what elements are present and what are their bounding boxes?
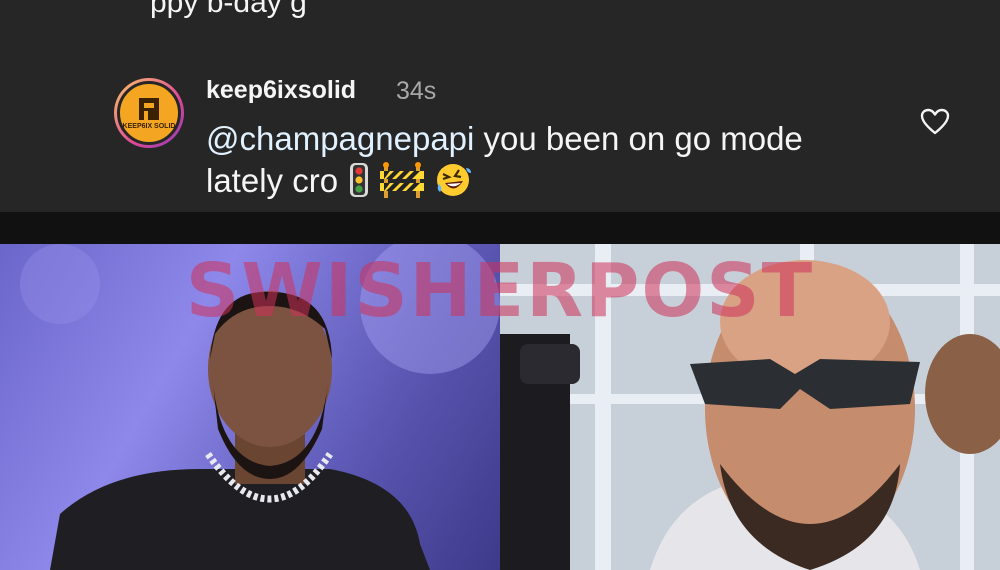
- comment-text: @champagnepapi you been on go mode latel…: [206, 118, 866, 202]
- watermark-text: SWISHERPOST: [185, 248, 815, 334]
- comment-timestamp: 34s: [396, 77, 437, 105]
- avatar-image: KEEP6IX SOLID: [117, 81, 181, 145]
- avatar[interactable]: KEEP6IX SOLID: [114, 78, 184, 148]
- previous-comment-text: ppy b-day g: [150, 0, 307, 19]
- traffic-light-icon: [350, 163, 369, 197]
- like-heart-icon[interactable]: [919, 106, 951, 138]
- mention-link[interactable]: @champagnepapi: [206, 120, 474, 157]
- construction-barrier-icon: [380, 162, 425, 198]
- divider-bar: [0, 212, 1000, 244]
- comment-panel: ppy b-day g KEEP6IX SOLID keep6ixsolid 3…: [0, 0, 1000, 212]
- avatar-logo-icon: [139, 98, 159, 120]
- rolling-laughing-icon: [436, 164, 471, 196]
- comment-username[interactable]: keep6ixsolid: [206, 76, 356, 105]
- avatar-caption: KEEP6IX SOLID: [122, 123, 176, 130]
